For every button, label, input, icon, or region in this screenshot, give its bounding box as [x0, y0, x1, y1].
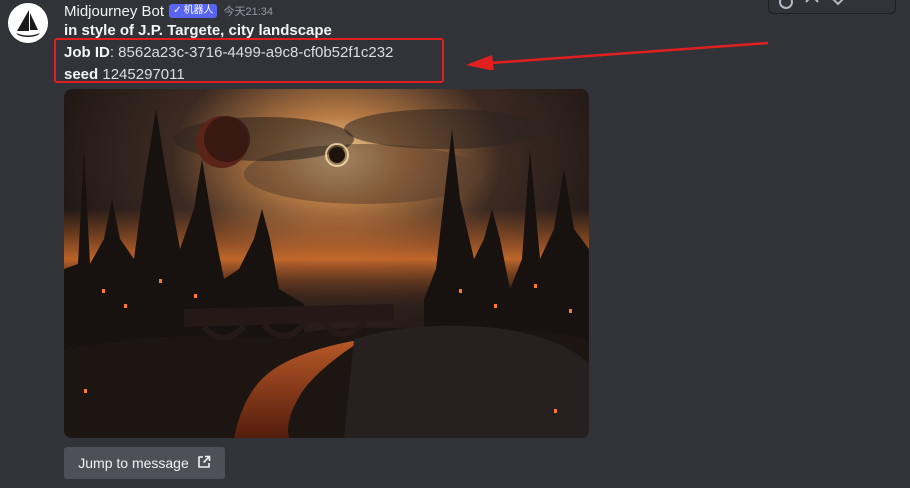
- timestamp[interactable]: 今天21:34: [223, 3, 273, 19]
- message-actions-toolbar: [768, 0, 896, 14]
- midjourney-boat-icon: [8, 3, 48, 43]
- prompt-text: in style of J.P. Targete, city landscape: [64, 22, 332, 39]
- annotation-arrow: [466, 41, 769, 70]
- generated-image[interactable]: [64, 89, 589, 438]
- checkmark-icon: ✓: [173, 5, 182, 16]
- author-name[interactable]: Midjourney Bot: [64, 3, 164, 20]
- bot-tag: ✓ 机器人: [169, 4, 218, 18]
- emoji-reaction-icon[interactable]: [777, 0, 795, 12]
- forward-icon[interactable]: [829, 0, 847, 12]
- highlight-box: [54, 38, 444, 83]
- bot-tag-label: 机器人: [183, 5, 214, 16]
- message-header: Midjourney Bot ✓ 机器人 今天21:34: [64, 1, 273, 21]
- external-link-icon: [197, 455, 211, 472]
- avatar[interactable]: [8, 3, 48, 43]
- reply-icon[interactable]: [803, 0, 821, 12]
- dark-city-landscape-image: [64, 89, 589, 438]
- jump-to-message-button[interactable]: Jump to message: [64, 447, 225, 479]
- jump-button-label: Jump to message: [78, 455, 189, 471]
